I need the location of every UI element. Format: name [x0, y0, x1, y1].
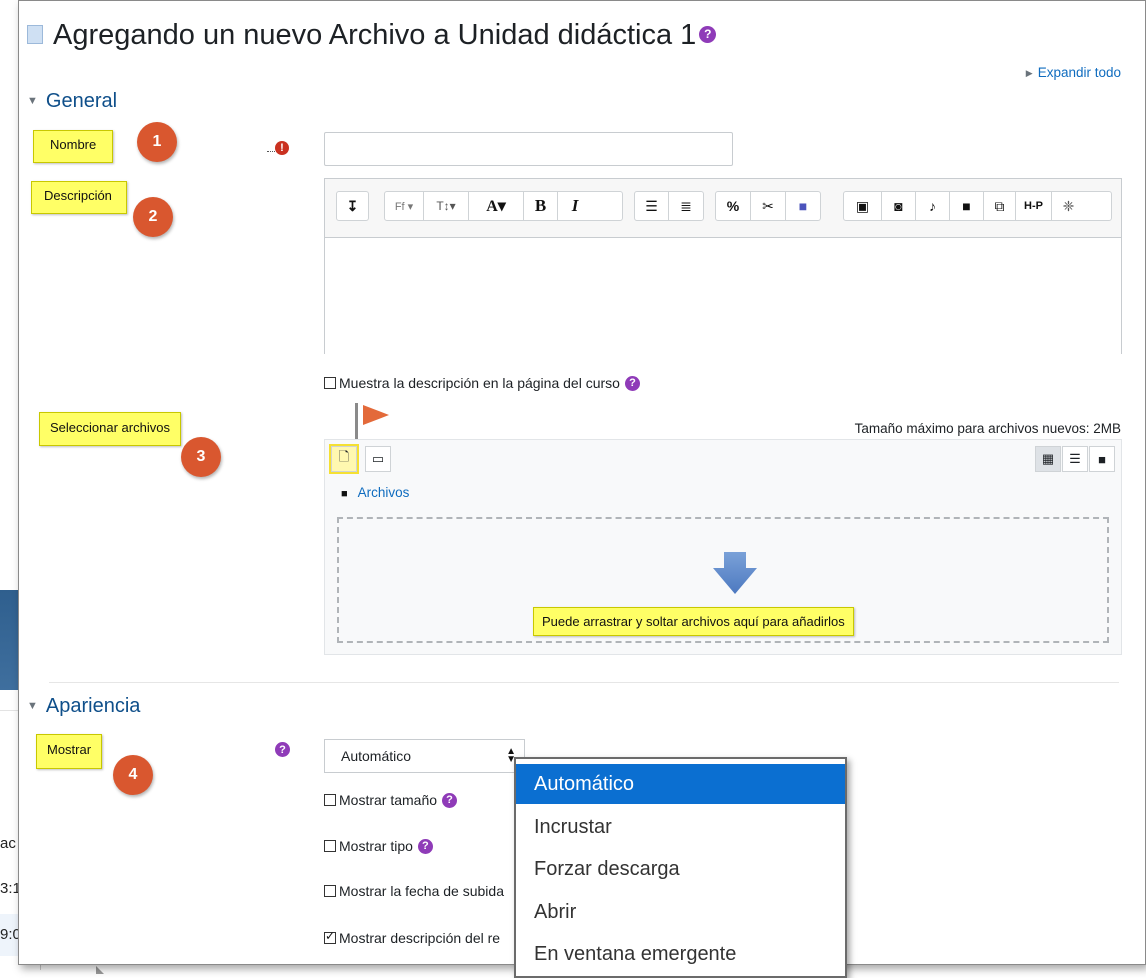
video-camera-icon[interactable]: ■ — [950, 192, 984, 220]
name-input[interactable] — [324, 132, 733, 166]
tree-view-icon[interactable]: ■ — [1089, 446, 1115, 472]
create-folder-icon[interactable]: ▭ — [365, 446, 391, 472]
bold-button[interactable]: B — [524, 192, 558, 220]
chevron-down-icon: ▼ — [27, 700, 38, 712]
ordered-list-icon[interactable]: ≣ — [669, 192, 703, 220]
display-select-value: Automático — [341, 748, 412, 764]
required-icon: ! — [275, 141, 289, 155]
h5p-icon[interactable]: H-P — [1016, 192, 1052, 220]
show-description-option[interactable]: Muestra la descripción en la página del … — [324, 375, 640, 391]
callout-display-label: Mostrar — [36, 734, 103, 769]
list-view-icon[interactable]: ☰ — [1062, 446, 1088, 472]
show-description-label: Muestra la descripción en la página del … — [339, 375, 620, 391]
step-badge-3: 3 — [181, 437, 221, 477]
show-type-option[interactable]: Mostrar tipo ? — [324, 838, 433, 854]
text-color-button[interactable]: A▾ — [469, 192, 524, 220]
breadcrumb: ■ Archivos — [341, 485, 409, 500]
show-resource-description-option[interactable]: Mostrar descripción del re — [324, 929, 501, 946]
display-option-embed[interactable]: Incrustar — [516, 807, 845, 847]
show-upload-date-label: Mostrar la fecha de subida — [339, 883, 504, 899]
unlink-icon[interactable]: ✂ — [751, 192, 786, 220]
max-file-size-text: Tamaño máximo para archivos nuevos: 2MB — [854, 421, 1121, 436]
help-icon[interactable]: ? — [699, 25, 717, 43]
page-title-row: Agregando un nuevo Archivo a Unidad didá… — [27, 19, 717, 52]
section-appearance-title: Apariencia — [45, 695, 141, 717]
show-description-checkbox[interactable] — [324, 377, 336, 389]
file-drop-zone[interactable]: Puede arrastrar y soltar archivos aquí p… — [337, 517, 1109, 643]
toolbar-group-lists: ☰ ≣ — [634, 191, 704, 221]
display-option-popup[interactable]: En ventana emergente — [516, 934, 845, 974]
help-icon[interactable]: ? — [624, 375, 640, 391]
help-icon[interactable]: ? — [275, 742, 290, 757]
icon-view-icon[interactable]: ▦ — [1035, 446, 1061, 472]
file-manager: 🗋 ▭ ▦ ☰ ■ ■ Archivos Puede arrastrar y so… — [324, 439, 1122, 655]
link-icon[interactable]: % — [716, 192, 751, 220]
font-size-button[interactable]: T↕▾ — [424, 192, 469, 220]
collapse-toolbar-button[interactable]: ↧ — [337, 192, 368, 220]
show-upload-date-checkbox[interactable] — [324, 885, 336, 897]
down-arrow-icon — [713, 552, 757, 594]
section-general-title: General — [45, 90, 118, 112]
equation-icon[interactable]: ❈ — [1052, 192, 1085, 220]
show-resource-description-checkbox[interactable] — [324, 929, 336, 944]
description-textarea[interactable] — [325, 237, 1121, 354]
help-icon[interactable]: ? — [442, 792, 458, 808]
toolbar-group-media: ▣ ◙ ♪ ■ ⧉ H-P ❈ — [843, 191, 1112, 221]
font-family-button[interactable]: Ff ▾ — [385, 192, 424, 220]
chevron-down-icon: ▼ — [27, 95, 38, 107]
toolbar-group-format: Ff ▾ T↕▾ A▾ B I — [384, 191, 623, 221]
add-file-icon[interactable]: 🗋 — [329, 444, 359, 474]
background-row-text: ac — [0, 835, 16, 852]
callout-name-label: Nombre — [33, 130, 114, 163]
step-badge-2: 2 — [133, 197, 173, 237]
display-options-dropdown: Automático Incrustar Forzar descarga Abr… — [514, 757, 847, 978]
step-badge-4: 4 — [113, 755, 153, 795]
microphone-icon[interactable]: ♪ — [916, 192, 950, 220]
display-option-open[interactable]: Abrir — [516, 892, 845, 932]
display-option-force-download[interactable]: Forzar descarga — [516, 849, 845, 889]
section-divider — [49, 682, 1119, 683]
step-badge-1: 1 — [137, 122, 177, 162]
italic-button[interactable]: I — [558, 192, 592, 220]
section-general[interactable]: ▼ General — [27, 90, 117, 113]
expand-all-link[interactable]: Expandir todo — [1026, 65, 1121, 80]
breadcrumb-files-link[interactable]: Archivos — [358, 485, 410, 500]
display-select[interactable]: Automático ▲ ▼ — [324, 739, 525, 773]
media-icon[interactable]: ◙ — [882, 192, 916, 220]
show-type-label: Mostrar tipo — [339, 838, 413, 854]
description-editor: ↧ Ff ▾ T↕▾ A▾ B I ☰ ≣ % ✂ ■ ▣ ◙ ♪ ■ ⧉ H-… — [324, 178, 1122, 354]
show-resource-description-label: Mostrar descripción del re — [339, 930, 501, 946]
mouse-cursor-icon — [96, 966, 104, 974]
help-icon[interactable]: ? — [417, 838, 433, 854]
toolbar-group-collapse: ↧ — [336, 191, 369, 221]
callout-description-label: Descripción — [31, 181, 127, 214]
page-title: Agregando un nuevo Archivo a Unidad didá… — [53, 19, 697, 51]
image-icon[interactable]: ▣ — [844, 192, 882, 220]
show-size-label: Mostrar tamaño — [339, 792, 438, 808]
show-size-option[interactable]: Mostrar tamaño ? — [324, 792, 458, 808]
display-option-automatic[interactable]: Automático — [516, 764, 845, 804]
drop-zone-message: Puede arrastrar y soltar archivos aquí p… — [533, 607, 854, 636]
folder-icon: ■ — [341, 488, 348, 500]
show-size-checkbox[interactable] — [324, 794, 336, 806]
show-upload-date-option[interactable]: Mostrar la fecha de subida — [324, 883, 504, 899]
manage-files-icon[interactable]: ⧉ — [984, 192, 1016, 220]
toolbar-group-links: % ✂ ■ — [715, 191, 821, 221]
teams-meeting-icon[interactable]: ■ — [786, 192, 820, 220]
section-appearance[interactable]: ▼ Apariencia — [27, 695, 140, 718]
unordered-list-icon[interactable]: ☰ — [635, 192, 669, 220]
file-icon — [27, 24, 43, 44]
show-type-checkbox[interactable] — [324, 840, 336, 852]
callout-select-files-label: Seleccionar archivos — [39, 412, 181, 446]
